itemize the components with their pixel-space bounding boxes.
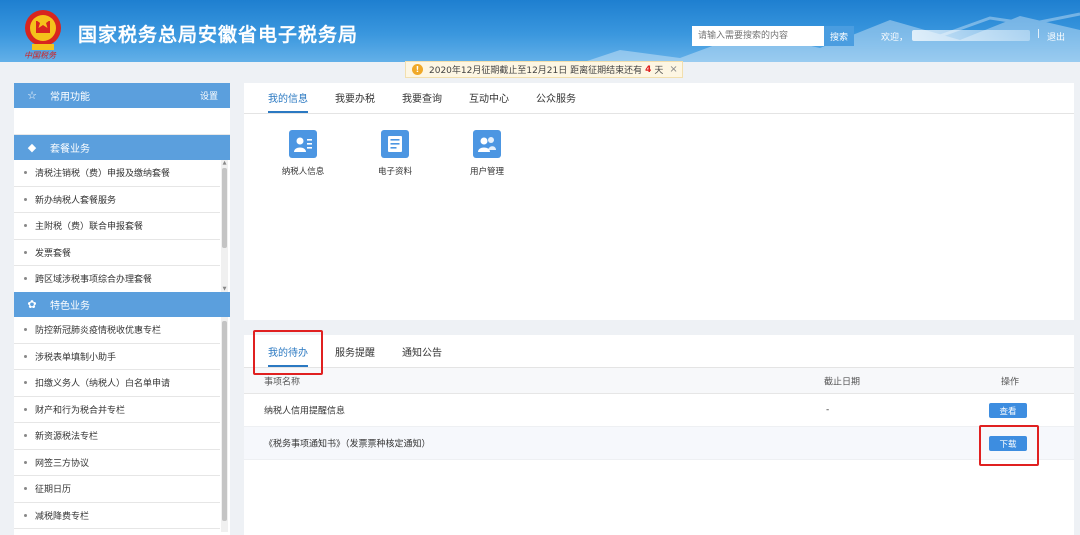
notice-text: 2020年12月征期截止至12月21日 距离征期结束还有 xyxy=(429,66,643,76)
sidebar-item[interactable]: 防控新冠肺炎疫情税收优惠专栏 xyxy=(14,317,220,344)
tab-announcements[interactable]: 通知公告 xyxy=(402,344,442,367)
special-services-title: 特色业务 xyxy=(50,301,90,312)
scroll-up-icon[interactable]: ▲ xyxy=(221,160,228,166)
welcome-text: 欢迎， xyxy=(881,33,909,43)
tab-my-info[interactable]: 我的信息 xyxy=(268,90,308,113)
sidebar-item[interactable]: 主附税（费）联合申报套餐 xyxy=(14,213,220,240)
sidebar-item[interactable]: 发票套餐 xyxy=(14,240,220,266)
star-icon: ☆ xyxy=(27,89,37,102)
notice-unit: 天 xyxy=(654,66,664,76)
tab-public-service[interactable]: 公众服务 xyxy=(536,90,576,113)
sidebar-item-label: 跨区域涉税事项综合办理套餐 xyxy=(35,275,153,286)
col-deadline: 截止日期 xyxy=(824,377,861,387)
sidebar-item-label: 发票套餐 xyxy=(35,248,72,259)
close-icon[interactable]: × xyxy=(669,64,677,75)
package-services-header[interactable]: ◆ 套餐业务 xyxy=(14,135,230,160)
sidebar-item-label: 新资源税法专栏 xyxy=(35,432,99,443)
search-input[interactable] xyxy=(692,26,824,46)
tab-my-todo[interactable]: 我的待办 xyxy=(268,344,308,367)
row-deadline: - xyxy=(826,405,830,415)
todo-panel: 我的待办 服务提醒 通知公告 事项名称 截止日期 操作 纳税人信用提醒信息 - … xyxy=(244,335,1074,535)
view-button[interactable]: 查看 xyxy=(989,403,1027,418)
settings-link[interactable]: 设置 xyxy=(200,89,218,102)
sidebar-item[interactable]: 涉税表单填制小助手 xyxy=(14,344,220,370)
tax-emblem-icon xyxy=(25,10,61,50)
document-icon xyxy=(381,130,409,158)
package-scrollbar[interactable]: ▲ ▼ xyxy=(221,160,228,292)
sidebar-item-label: 新办纳税人套餐服务 xyxy=(35,195,117,206)
table-row: 纳税人信用提醒信息 - 查看 xyxy=(244,394,1074,427)
sidebar-item[interactable]: 财产和行为税合并专栏 xyxy=(14,397,220,423)
sidebar-item[interactable]: 清税注销税（费）申报及缴纳套餐 xyxy=(14,160,220,187)
sidebar-item-label: 清税注销税（费）申报及缴纳套餐 xyxy=(35,169,171,180)
my-info-panel: 我的信息 我要办税 我要查询 互动中心 公众服务 纳税人信息 电子资料 用户管理 xyxy=(244,83,1074,320)
clover-icon: ✿ xyxy=(27,298,37,311)
common-functions-title: 常用功能 xyxy=(50,92,90,103)
tab-query[interactable]: 我要查询 xyxy=(402,90,442,113)
row-name: 纳税人信用提醒信息 xyxy=(264,406,346,417)
special-services-header[interactable]: ✿ 特色业务 xyxy=(14,292,230,317)
sidebar-item-label: 防控新冠肺炎疫情税收优惠专栏 xyxy=(35,326,162,337)
common-functions-area xyxy=(14,108,230,135)
common-functions-header: ☆ 常用功能 设置 xyxy=(14,83,230,108)
sidebar-item-label: 网签三方协议 xyxy=(35,458,90,469)
masked-username xyxy=(912,30,1030,41)
sidebar-item[interactable]: 跨区域涉税事项综合办理套餐 xyxy=(14,266,220,292)
cube-icon: ◆ xyxy=(27,141,37,154)
todo-table-header: 事项名称 截止日期 操作 xyxy=(244,368,1074,394)
sidebar-item[interactable]: 网签三方协议 xyxy=(14,450,220,476)
sidebar-item-label: 财产和行为税合并专栏 xyxy=(35,405,126,416)
special-scrollbar[interactable] xyxy=(221,317,228,532)
sidebar: ☆ 常用功能 设置 ◆ 套餐业务 清税注销税（费）申报及缴纳套餐 新办纳税人套餐… xyxy=(14,83,230,535)
sidebar-item[interactable]: 新办纳税人套餐服务 xyxy=(14,187,220,213)
sidebar-item-label: 征期日历 xyxy=(35,485,72,496)
scroll-thumb[interactable] xyxy=(222,321,227,521)
app-label: 电子资料 xyxy=(377,167,412,177)
download-button[interactable]: 下载 xyxy=(989,436,1027,451)
users-icon xyxy=(473,130,501,158)
notice-days: 4 xyxy=(645,64,652,75)
logout-link[interactable]: 退出 xyxy=(1047,30,1065,43)
taxpayer-card-icon xyxy=(289,130,317,158)
tab-interaction[interactable]: 互动中心 xyxy=(469,90,509,113)
sidebar-item-label: 主附税（费）联合申报套餐 xyxy=(35,222,144,233)
sidebar-item[interactable]: 征期日历 xyxy=(14,476,220,503)
site-title: 国家税务总局安徽省电子税务局 xyxy=(78,24,359,46)
row-name: 《税务事项通知书》（发票票种核定通知） xyxy=(264,439,431,450)
tab-service-reminder[interactable]: 服务提醒 xyxy=(335,344,375,367)
header-separator: | xyxy=(1037,29,1041,39)
sidebar-item[interactable]: 扣缴义务人（纳税人）白名单申请 xyxy=(14,370,220,397)
emblem-caption: 中国税务 xyxy=(24,51,56,60)
table-row: 《税务事项通知书》（发票票种核定通知） 下载 xyxy=(244,427,1074,460)
sidebar-item[interactable]: 新资源税法专栏 xyxy=(14,423,220,450)
main-tabs: 我的信息 我要办税 我要查询 互动中心 公众服务 xyxy=(244,83,1074,114)
col-name: 事项名称 xyxy=(264,377,301,387)
sidebar-item-label: 扣缴义务人（纳税人）白名单申请 xyxy=(35,379,171,390)
scroll-thumb[interactable] xyxy=(222,168,227,248)
search-button[interactable]: 搜索 xyxy=(824,26,854,46)
app-electronic-docs[interactable]: 电子资料 xyxy=(360,130,430,177)
sidebar-item[interactable]: 减税降费专栏 xyxy=(14,503,220,529)
col-action: 操作 xyxy=(1001,377,1020,387)
app-user-management[interactable]: 用户管理 xyxy=(452,130,522,177)
app-grid: 纳税人信息 电子资料 用户管理 xyxy=(244,114,1074,214)
app-taxpayer-info[interactable]: 纳税人信息 xyxy=(268,130,338,177)
deadline-notice: ! 2020年12月征期截止至12月21日 距离征期结束还有 4 天 × xyxy=(405,61,683,78)
site-header: 中国税务 国家税务总局安徽省电子税务局 搜索 欢迎， | 退出 xyxy=(0,0,1080,62)
warning-icon: ! xyxy=(412,64,423,75)
app-label: 用户管理 xyxy=(469,167,504,177)
tab-tax-handling[interactable]: 我要办税 xyxy=(335,90,375,113)
app-label: 纳税人信息 xyxy=(281,167,325,177)
package-services-title: 套餐业务 xyxy=(50,144,90,155)
package-list: 清税注销税（费）申报及缴纳套餐 新办纳税人套餐服务 主附税（费）联合申报套餐 发… xyxy=(14,160,230,292)
todo-tabs: 我的待办 服务提醒 通知公告 xyxy=(244,335,1074,368)
special-list: 防控新冠肺炎疫情税收优惠专栏 涉税表单填制小助手 扣缴义务人（纳税人）白名单申请… xyxy=(14,317,230,532)
sidebar-item-label: 涉税表单填制小助手 xyxy=(35,352,117,363)
sidebar-item-label: 减税降费专栏 xyxy=(35,511,90,522)
